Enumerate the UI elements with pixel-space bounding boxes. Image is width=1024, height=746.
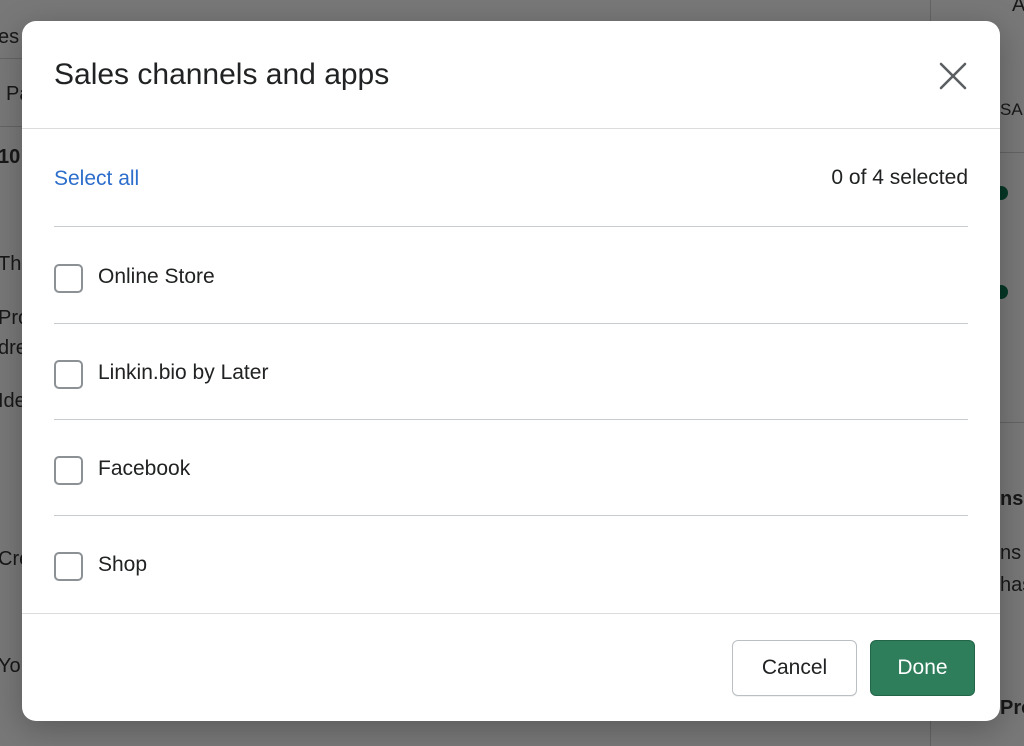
selection-toolbar: Select all 0 of 4 selected <box>54 159 968 227</box>
close-icon <box>939 62 967 90</box>
select-all-link[interactable]: Select all <box>54 167 139 191</box>
selection-count: 0 of 4 selected <box>831 166 968 189</box>
option-label: Online Store <box>98 265 215 288</box>
modal-header: Sales channels and apps <box>22 21 1000 129</box>
checkbox-icon[interactable] <box>54 552 83 581</box>
checkbox-icon[interactable] <box>54 264 83 293</box>
done-button[interactable]: Done <box>870 640 975 696</box>
close-button[interactable] <box>936 59 970 93</box>
sales-channels-modal: Sales channels and apps Select all 0 of … <box>22 21 1000 721</box>
checkbox-icon[interactable] <box>54 456 83 485</box>
cancel-button[interactable]: Cancel <box>732 640 857 696</box>
modal-footer: Cancel Done <box>22 613 1000 721</box>
option-linkin-bio[interactable]: Linkin.bio by Later <box>54 324 968 420</box>
option-shop[interactable]: Shop <box>54 516 968 612</box>
checkbox-icon[interactable] <box>54 360 83 389</box>
option-label: Facebook <box>98 457 191 480</box>
option-label: Shop <box>98 553 148 576</box>
modal-title: Sales channels and apps <box>54 58 390 91</box>
option-online-store[interactable]: Online Store <box>54 228 968 324</box>
option-label: Linkin.bio by Later <box>98 361 269 384</box>
option-facebook[interactable]: Facebook <box>54 420 968 516</box>
